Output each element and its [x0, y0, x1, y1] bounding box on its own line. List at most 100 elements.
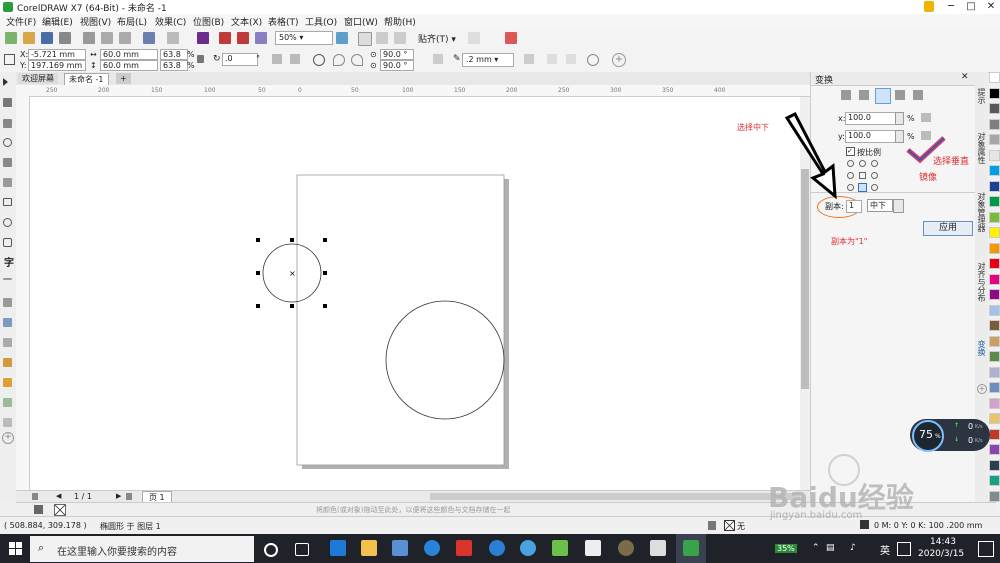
proportional-checkbox[interactable]: ✓ [846, 147, 855, 156]
size-tab-icon[interactable] [895, 90, 905, 100]
palette-swatch[interactable] [989, 227, 1000, 238]
y-position-field[interactable]: 197.169 mm [28, 60, 86, 71]
copy-icon[interactable] [101, 32, 113, 44]
tab-welcome-screen[interactable]: 欢迎屏幕 [18, 73, 58, 84]
ellipse-type-icon[interactable] [313, 54, 325, 66]
menu-file[interactable]: 文件(F) [6, 15, 36, 28]
horizontal-ruler[interactable]: 250 200 150 100 50 0 50 100 150 200 250 … [16, 85, 810, 97]
interactive-fill-icon[interactable] [3, 378, 12, 387]
position-tab-icon[interactable] [841, 90, 851, 100]
clock-app-icon[interactable] [424, 540, 440, 556]
transparency-icon[interactable] [3, 338, 12, 347]
app-launcher-icon[interactable] [505, 32, 517, 44]
add-icon[interactable]: + [612, 53, 626, 67]
palette-swatch[interactable] [989, 382, 1000, 393]
mirror-horizontal-icon[interactable] [272, 54, 282, 64]
publish-pdf-icon[interactable] [255, 32, 267, 44]
lock-ratio-icon[interactable] [197, 55, 204, 63]
coreldraw-taskbar-button[interactable] [676, 534, 706, 563]
vertical-ruler[interactable] [16, 96, 30, 491]
user-avatar-app-icon[interactable] [618, 540, 634, 556]
photos-icon[interactable] [650, 540, 666, 556]
change-direction-icon[interactable] [433, 54, 443, 64]
menu-layout[interactable]: 布局(L) [117, 15, 147, 28]
anchor-top-left[interactable] [847, 160, 854, 167]
palette-swatch[interactable] [989, 320, 1000, 331]
wrap-text-icon[interactable] [524, 54, 534, 64]
parallel-dimension-icon[interactable] [3, 278, 12, 280]
anchor-center[interactable] [859, 172, 866, 179]
volume-icon[interactable]: ♪ [850, 543, 856, 553]
menu-text[interactable]: 文本(X) [231, 15, 262, 28]
anchor-top-center[interactable] [859, 160, 866, 167]
docker-tab-transform[interactable]: 变换 [976, 340, 987, 356]
scale-x-field[interactable]: 63.8 [160, 49, 188, 60]
menu-effects[interactable]: 效果(C) [155, 15, 186, 28]
palette-swatch[interactable] [989, 149, 1000, 161]
palette-swatch[interactable] [989, 351, 1000, 362]
pick-tool-icon[interactable] [3, 78, 8, 86]
selection-handle[interactable] [290, 304, 294, 308]
palette-swatch[interactable] [989, 134, 1000, 145]
export-icon[interactable] [237, 32, 249, 44]
anchor-bottom-left[interactable] [847, 184, 854, 191]
next-page-icon[interactable]: ▶ [116, 492, 121, 500]
polygon-tool-icon[interactable] [3, 238, 12, 247]
anchor-bottom-center[interactable] [858, 183, 867, 192]
file-explorer-icon[interactable] [361, 540, 377, 556]
docker-tab-object-manager[interactable]: 对象管理器 [976, 192, 987, 232]
menu-tools[interactable]: 工具(O) [305, 15, 337, 28]
show-rulers-icon[interactable] [358, 32, 372, 46]
text-tool-icon[interactable]: 字 [4, 254, 14, 269]
x-position-field[interactable]: -5.721 mm [28, 49, 86, 60]
mirror-horizontal-button[interactable] [921, 113, 931, 122]
scale-y-field[interactable]: 63.8 [160, 60, 188, 71]
scale-mirror-tab-icon[interactable] [875, 88, 891, 104]
palette-swatch[interactable] [989, 211, 1000, 223]
task-view-icon[interactable] [295, 543, 309, 556]
maximize-button[interactable]: □ [960, 0, 982, 14]
color-eyedropper-icon[interactable] [3, 358, 12, 367]
y-scale-spinner[interactable] [895, 130, 904, 143]
redo-icon[interactable] [167, 32, 179, 44]
ime-indicator[interactable]: 英 [880, 542, 890, 557]
object-origin-icon[interactable] [4, 54, 15, 65]
ellipse-tool-icon[interactable] [3, 218, 12, 227]
outline-pen-tool-icon[interactable] [3, 418, 12, 427]
artistic-media-icon[interactable] [3, 178, 12, 187]
sogou-icon[interactable] [520, 540, 536, 556]
scroll-thumb[interactable] [801, 169, 809, 389]
docker-tab-hints[interactable]: 提示 [976, 88, 987, 104]
shape-tool-icon[interactable] [3, 98, 12, 107]
palette-swatch[interactable] [989, 165, 1000, 176]
palette-swatch[interactable] [989, 444, 1000, 455]
anchor-middle-left[interactable] [847, 172, 854, 179]
snap-icon[interactable] [587, 54, 599, 66]
media-app-icon[interactable] [456, 540, 472, 556]
docker-close-icon[interactable]: ✕ [961, 72, 969, 82]
print-icon[interactable] [59, 32, 71, 44]
drawing-canvas[interactable]: × [30, 97, 800, 490]
end-angle-field[interactable]: 90.0 ° [380, 60, 414, 71]
menu-view[interactable]: 视图(V) [80, 15, 111, 28]
selection-handle[interactable] [290, 238, 294, 242]
start-angle-field[interactable]: 90.0 ° [380, 49, 414, 60]
copies-field[interactable]: 1 [846, 200, 862, 213]
tab-document[interactable]: 未命名 -1 [64, 73, 109, 85]
save-icon[interactable] [41, 32, 53, 44]
selection-handle[interactable] [323, 271, 327, 275]
x-scale-field[interactable]: 100.0 [845, 112, 897, 125]
palette-swatch[interactable] [989, 242, 1000, 254]
close-button[interactable]: ✕ [980, 0, 1000, 14]
zoom-tool-icon[interactable] [3, 138, 12, 147]
palette-swatch[interactable] [989, 459, 1000, 471]
smart-fill-icon[interactable] [3, 398, 12, 407]
anchor-spinner[interactable] [893, 199, 904, 213]
import-icon[interactable] [219, 32, 231, 44]
selection-handle[interactable] [256, 238, 260, 242]
skew-tab-icon[interactable] [913, 90, 923, 100]
windows-start-icon[interactable] [9, 542, 22, 555]
paste-icon[interactable] [119, 32, 131, 44]
search-content-icon[interactable] [197, 32, 209, 44]
minimize-button[interactable]: ─ [940, 0, 962, 14]
